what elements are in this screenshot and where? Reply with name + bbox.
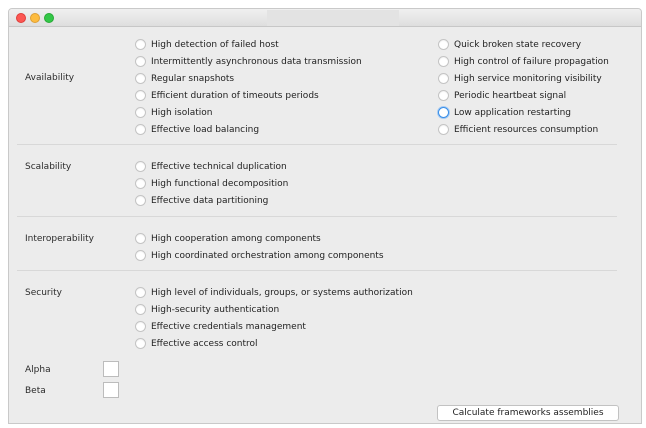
radio-button[interactable] bbox=[135, 287, 146, 298]
divider bbox=[17, 270, 617, 271]
radio-button[interactable] bbox=[438, 73, 449, 84]
option-label: Regular snapshots bbox=[151, 74, 235, 84]
radio-button[interactable] bbox=[135, 73, 146, 84]
maximize-window-button[interactable] bbox=[44, 13, 54, 23]
availability-label: Availability bbox=[25, 73, 75, 83]
radio-button[interactable] bbox=[135, 90, 146, 101]
radio-button[interactable] bbox=[438, 90, 449, 101]
minimize-window-button[interactable] bbox=[30, 13, 40, 23]
radio-button[interactable] bbox=[135, 304, 146, 315]
title-bar bbox=[9, 9, 641, 27]
scalability-label: Scalability bbox=[25, 162, 72, 172]
option-label: Effective load balancing bbox=[151, 125, 260, 135]
option-label: Efficient duration of timeouts periods bbox=[151, 91, 319, 101]
option-label: High functional decomposition bbox=[151, 179, 289, 189]
radio-button[interactable] bbox=[135, 178, 146, 189]
option-label: Effective technical duplication bbox=[151, 162, 287, 172]
divider bbox=[17, 216, 617, 217]
radio-button[interactable] bbox=[135, 107, 146, 118]
radio-button[interactable] bbox=[135, 161, 146, 172]
radio-button[interactable] bbox=[438, 124, 449, 135]
option-label: High isolation bbox=[151, 108, 213, 118]
option-label: High-security authentication bbox=[151, 305, 280, 315]
radio-button[interactable] bbox=[438, 56, 449, 67]
radio-button[interactable] bbox=[135, 39, 146, 50]
radio-button-focused[interactable] bbox=[438, 107, 449, 118]
close-window-button[interactable] bbox=[16, 13, 26, 23]
option-label: Effective data partitioning bbox=[151, 196, 269, 206]
option-label: High detection of failed host bbox=[151, 40, 279, 50]
radio-button[interactable] bbox=[135, 124, 146, 135]
radio-button[interactable] bbox=[135, 233, 146, 244]
window-title-area bbox=[267, 10, 399, 26]
calculate-frameworks-button[interactable]: Calculate frameworks assemblies bbox=[437, 405, 619, 421]
option-label: Intermittently asynchronous data transmi… bbox=[151, 57, 362, 67]
beta-input[interactable] bbox=[103, 382, 119, 398]
radio-button[interactable] bbox=[135, 195, 146, 206]
alpha-input[interactable] bbox=[103, 361, 119, 377]
radio-button[interactable] bbox=[438, 39, 449, 50]
option-label: Efficient resources consumption bbox=[454, 125, 599, 135]
option-label: High level of individuals, groups, or sy… bbox=[151, 288, 413, 298]
option-label: Effective access control bbox=[151, 339, 258, 349]
option-label: Low application restarting bbox=[454, 108, 572, 118]
app-window: Availability High detection of failed ho… bbox=[8, 8, 642, 424]
option-label: High cooperation among components bbox=[151, 234, 321, 244]
security-label: Security bbox=[25, 288, 62, 298]
beta-label: Beta bbox=[25, 386, 46, 396]
option-label: Periodic heartbeat signal bbox=[454, 91, 567, 101]
option-label: Quick broken state recovery bbox=[454, 40, 582, 50]
option-label: High coordinated orchestration among com… bbox=[151, 251, 384, 261]
option-label: High service monitoring visibility bbox=[454, 74, 602, 84]
radio-button[interactable] bbox=[135, 321, 146, 332]
option-label: Effective credentials management bbox=[151, 322, 306, 332]
interoperability-label: Interoperability bbox=[25, 234, 94, 244]
option-label: High control of failure propagation bbox=[454, 57, 609, 67]
radio-button[interactable] bbox=[135, 250, 146, 261]
radio-button[interactable] bbox=[135, 56, 146, 67]
alpha-label: Alpha bbox=[25, 365, 51, 375]
radio-button[interactable] bbox=[135, 338, 146, 349]
divider bbox=[17, 144, 617, 145]
